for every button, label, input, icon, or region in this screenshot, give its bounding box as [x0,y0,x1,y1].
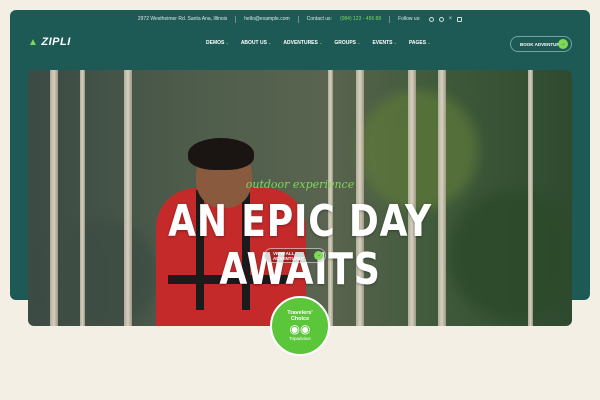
hero-title-line1: AN EPIC DAY [168,196,432,247]
arrow-right-icon: → [558,39,568,49]
top-info-bar: 2972 Westheimer Rd. Santa Ana, Illinois … [10,10,590,28]
instagram-icon[interactable] [438,16,444,22]
hero-banner: outdoor experience AN EPIC DAY AWAITS VI… [28,70,572,326]
divider [297,15,299,23]
phone-link[interactable]: (084) 123 - 456 88 [340,16,381,22]
nav-item-adventures[interactable]: ADVENTURES [283,40,322,46]
book-adventure-button[interactable]: BOOK ADVENTURE → [510,36,572,52]
hero-subtitle: outdoor experience [245,178,355,191]
tree-icon: ▲ [28,36,39,48]
nav-item-events[interactable]: EVENTS [372,40,396,46]
background-foliage [358,90,478,210]
site-logo[interactable]: ▲ ZIPLI [28,36,71,48]
logo-text: ZIPLI [41,36,71,48]
email-icon[interactable] [457,16,463,22]
facebook-icon[interactable] [428,16,434,22]
rope [50,70,58,326]
follow-label: Follow us: [398,16,421,22]
nav-item-groups[interactable]: GROUPS [334,40,360,46]
main-nav: DEMOS ABOUT US ADVENTURES GROUPS EVENTS … [206,40,431,46]
travelers-choice-badge: Travelers' Choice ◉◉ Tripadvisor [270,296,330,356]
rope [528,70,533,326]
owl-icon: ◉◉ [289,322,311,336]
climber-hair [188,138,254,170]
address-text: 2972 Westheimer Rd. Santa Ana, Illinois [137,16,228,22]
divider [235,15,237,23]
view-all-adventures-button[interactable]: VIEW ALL ADVENTURES → [264,248,326,263]
nav-item-demos[interactable]: DEMOS [206,40,229,46]
x-icon[interactable]: × [449,16,453,22]
nav-item-about-us[interactable]: ABOUT US [241,40,272,46]
hero-title: AN EPIC DAY AWAITS [77,198,523,294]
nav-item-pages[interactable]: PAGES [409,40,431,46]
badge-brand: Tripadvisor [288,336,312,341]
social-links: × [428,16,463,22]
book-adventure-label: BOOK ADVENTURE [520,41,563,47]
divider [389,15,391,23]
email-link[interactable]: hello@example.com [244,16,289,22]
contact-label: Contact us: [306,16,332,22]
arrow-right-icon: → [314,251,323,260]
